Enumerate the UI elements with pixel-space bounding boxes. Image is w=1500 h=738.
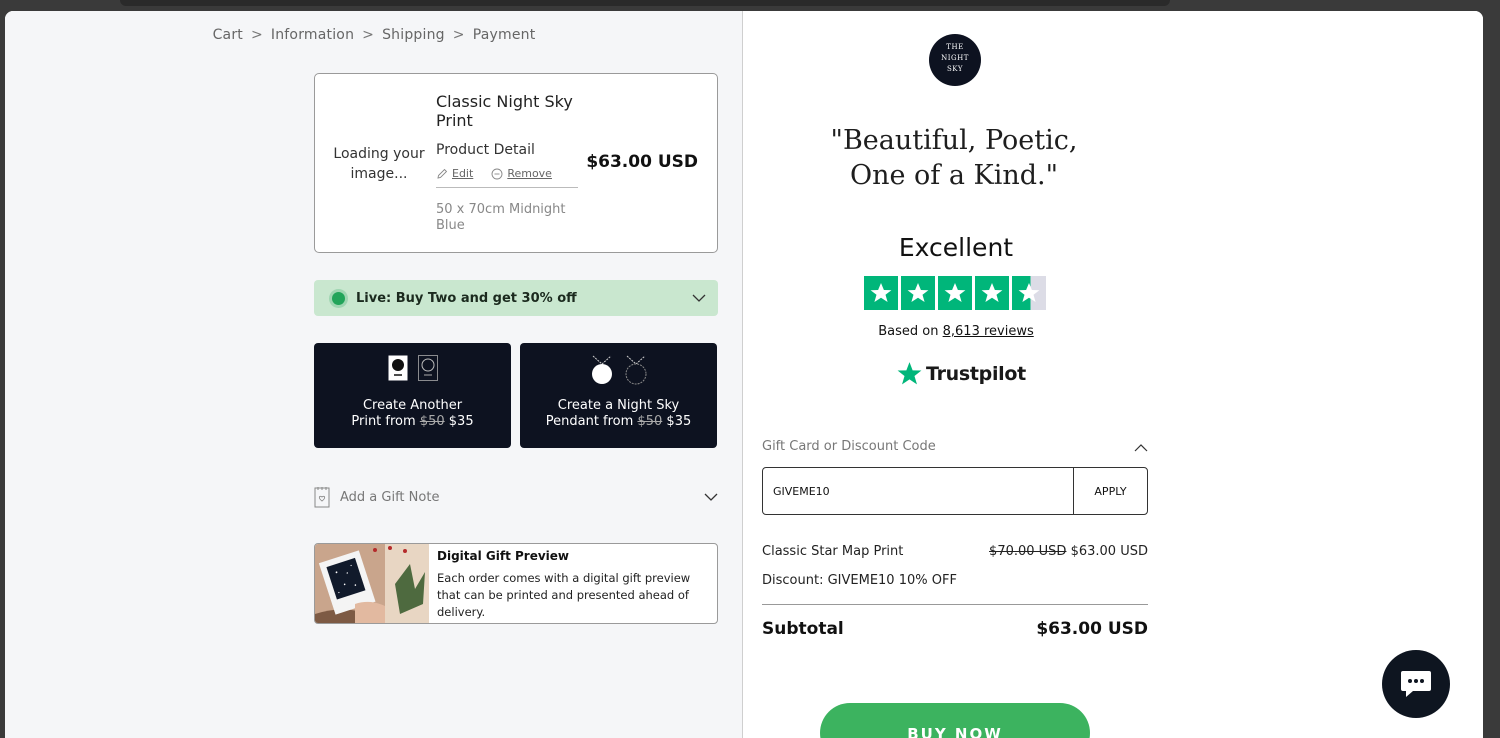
discount-code-input[interactable] bbox=[763, 468, 1073, 514]
product-variant: 50 x 70cm Midnight Blue bbox=[436, 202, 566, 233]
cart-panel: Cart > Information > Shipping > Payment Loadin… bbox=[5, 11, 743, 738]
subtotal-value: $63.00 USD bbox=[1036, 619, 1148, 639]
discount-section-toggle[interactable]: Gift Card or Discount Code bbox=[762, 439, 1148, 454]
edit-label: Edit bbox=[452, 167, 474, 180]
upsell-print-line1: Create Another bbox=[362, 398, 463, 413]
pendant-light-icon bbox=[591, 355, 612, 384]
breadcrumb-cart[interactable]: Cart bbox=[213, 27, 243, 43]
star-icon bbox=[938, 276, 972, 310]
remove-label: Remove bbox=[507, 167, 552, 180]
remove-button[interactable]: Remove bbox=[491, 167, 552, 180]
apply-button[interactable]: APPLY bbox=[1073, 468, 1147, 514]
create-pendant-button[interactable]: Create a Night Sky Pendant from $50 $35 bbox=[520, 343, 717, 448]
create-another-print-button[interactable]: Create Another Print from $50 $35 bbox=[314, 343, 511, 448]
digital-preview-text: Each order comes with a digital gift pre… bbox=[437, 571, 691, 619]
pencil-icon bbox=[437, 168, 448, 179]
upsell-print-new-price: $35 bbox=[448, 414, 474, 429]
brand-quote: "Beautiful, Poetic, One of a Kind." bbox=[744, 123, 1164, 193]
star-icon bbox=[975, 276, 1009, 310]
breadcrumb-separator: > bbox=[250, 27, 263, 43]
print-frame-light-icon bbox=[388, 355, 407, 381]
breadcrumb-separator: > bbox=[362, 27, 375, 43]
trustpilot-wordmark: Trustpilot bbox=[926, 363, 1026, 385]
rating-word: Excellent bbox=[898, 233, 1014, 262]
logo-line: SKY bbox=[947, 65, 963, 73]
trustpilot-stars bbox=[864, 276, 1046, 310]
pendant-dark-icon bbox=[625, 355, 646, 385]
cart-item-card: Loading your image... Classic Night Sky … bbox=[314, 73, 718, 253]
brand-logo: THE NIGHT SKY bbox=[929, 34, 981, 86]
breadcrumb-separator: > bbox=[452, 27, 465, 43]
upsell-print-old-price: $50 bbox=[419, 414, 445, 429]
live-dot-icon bbox=[332, 291, 345, 305]
logo-line: THE bbox=[946, 43, 964, 51]
summary-divider bbox=[762, 604, 1148, 605]
add-gift-note-toggle[interactable]: Add a Gift Note bbox=[314, 485, 718, 509]
product-actions: Edit Remove bbox=[436, 167, 578, 188]
trustpilot-star-icon bbox=[897, 362, 922, 385]
chat-widget-button[interactable] bbox=[1382, 650, 1450, 718]
summary-item-name: Classic Star Map Print bbox=[762, 544, 904, 559]
promo-label: Live: Buy Two and get 30% off bbox=[356, 290, 577, 306]
buy-now-button[interactable]: BUY NOW bbox=[820, 703, 1090, 738]
checkout-modal: Cart > Information > Shipping > Payment Loadin… bbox=[5, 11, 1483, 738]
chevron-down-icon bbox=[704, 493, 718, 501]
chevron-down-icon bbox=[692, 294, 706, 302]
print-frame-dark-icon bbox=[417, 355, 438, 381]
review-count-text: Based on 8,613 reviews bbox=[744, 324, 1168, 339]
summary-item-row: Classic Star Map Print $70.00 USD $63.00… bbox=[762, 544, 1148, 559]
subtotal-label: Subtotal bbox=[762, 619, 844, 639]
breadcrumb-payment[interactable]: Payment bbox=[473, 27, 536, 43]
order-summary-panel: THE NIGHT SKY "Beautiful, Poetic, One of… bbox=[744, 11, 1483, 738]
summary-discount-row: Discount: GIVEME10 10% OFF bbox=[762, 573, 1148, 588]
summary-item-new-price: $63.00 USD bbox=[1070, 544, 1148, 559]
quote-line1: "Beautiful, Poetic, bbox=[830, 125, 1078, 156]
upsell-pendant-new-price: $35 bbox=[666, 414, 692, 429]
breadcrumb-information[interactable]: Information bbox=[271, 27, 354, 43]
half-star-icon bbox=[1012, 276, 1046, 310]
chat-bubble-icon bbox=[1401, 671, 1431, 697]
gift-preview-photo bbox=[315, 544, 429, 623]
product-title: Classic Night Sky Print bbox=[436, 92, 573, 130]
based-on-prefix: Based on bbox=[878, 324, 939, 339]
subtotal-row: Subtotal $63.00 USD bbox=[762, 619, 1148, 639]
promo-banner[interactable]: Live: Buy Two and get 30% off bbox=[314, 280, 718, 316]
upsell-pendant-old-price: $50 bbox=[637, 414, 663, 429]
digital-gift-preview-card: Digital Gift Preview Each order comes wi… bbox=[314, 543, 718, 624]
breadcrumb: Cart > Information > Shipping > Payment bbox=[5, 27, 743, 43]
summary-discount-text: Discount: GIVEME10 10% OFF bbox=[762, 573, 957, 588]
review-count-link[interactable]: 8,613 reviews bbox=[943, 324, 1034, 339]
product-price: $63.00 USD bbox=[586, 152, 698, 172]
logo-line: NIGHT bbox=[941, 54, 969, 62]
upsell-pendant-prefix: Pendant from bbox=[545, 414, 634, 429]
summary-item-old-price: $70.00 USD bbox=[989, 544, 1067, 559]
browser-top-strip bbox=[120, 0, 1170, 6]
trustpilot-logo[interactable]: Trustpilot bbox=[896, 361, 1026, 387]
chevron-up-icon bbox=[1134, 444, 1148, 452]
product-detail-label: Product Detail bbox=[436, 142, 535, 158]
quote-line2: One of a Kind." bbox=[849, 160, 1059, 191]
discount-form: APPLY bbox=[762, 467, 1148, 515]
star-icon bbox=[901, 276, 935, 310]
star-icon bbox=[864, 276, 898, 310]
discount-label: Gift Card or Discount Code bbox=[762, 439, 936, 454]
gift-note-icon bbox=[314, 487, 330, 508]
remove-circle-icon bbox=[491, 168, 503, 179]
upsell-print-prefix: Print from bbox=[351, 414, 416, 429]
breadcrumb-shipping[interactable]: Shipping bbox=[382, 27, 445, 43]
edit-button[interactable]: Edit bbox=[436, 167, 473, 180]
digital-preview-title: Digital Gift Preview bbox=[437, 549, 570, 563]
product-image-loading: Loading your image... bbox=[333, 146, 425, 182]
upsell-pendant-line1: Create a Night Sky bbox=[557, 398, 680, 413]
gift-note-label: Add a Gift Note bbox=[340, 489, 440, 505]
